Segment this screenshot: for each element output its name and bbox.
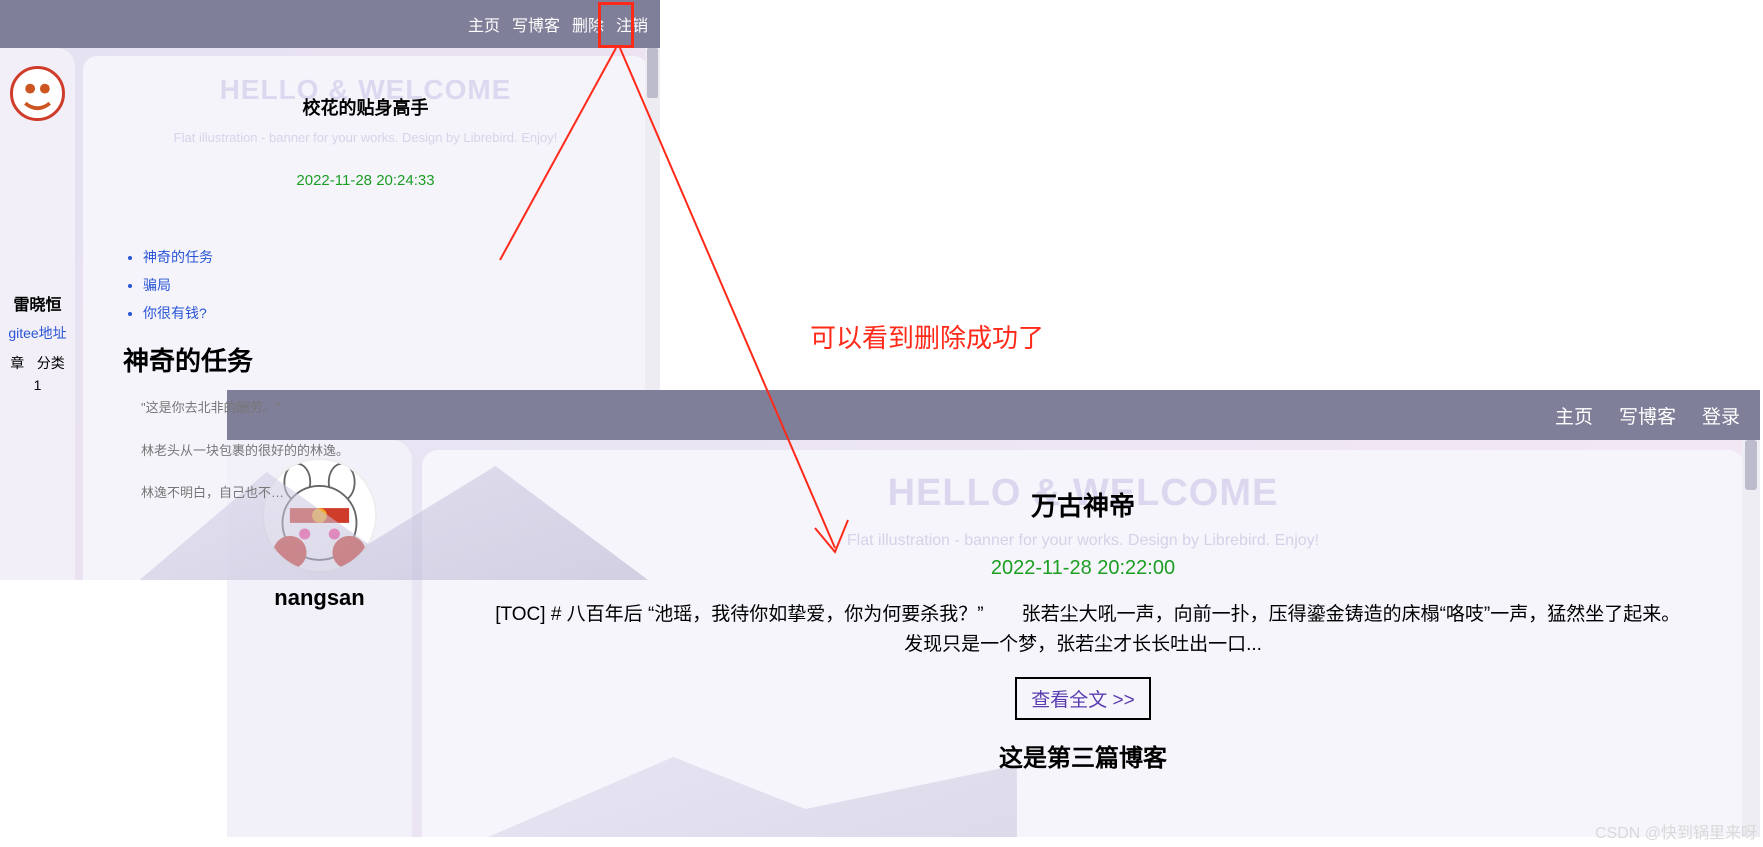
paragraph-2: 林老头从一块包裹的很好的的林逸。 bbox=[141, 439, 618, 464]
section-heading: 神奇的任务 bbox=[123, 341, 618, 378]
post-title: 校花的贴身高手 bbox=[113, 94, 618, 120]
nav-login-2[interactable]: 登录 bbox=[1702, 402, 1740, 429]
nav-write-2[interactable]: 写博客 bbox=[1619, 402, 1676, 429]
post3-title: 这是第三篇博客 bbox=[472, 738, 1694, 773]
post2-date: 2022-11-28 20:22:00 bbox=[472, 557, 1694, 580]
hero-sub-2: Flat illustration - banner for your work… bbox=[422, 532, 1744, 550]
toc-link-3[interactable]: 你很有钱? bbox=[143, 303, 618, 323]
sidebar-columns: 章 分类 bbox=[4, 353, 71, 373]
scroll-thumb[interactable] bbox=[1745, 440, 1757, 490]
nav-home-2[interactable]: 主页 bbox=[1555, 402, 1593, 429]
post2-title: 万古神帝 bbox=[472, 486, 1694, 523]
gitee-link[interactable]: gitee地址 bbox=[4, 323, 71, 343]
username-label-2: nangsan bbox=[235, 585, 404, 611]
avatar-icon bbox=[10, 66, 65, 121]
username-label: 雷晓恒 bbox=[4, 291, 71, 315]
toc-list: 神奇的任务 骗局 你很有钱? bbox=[143, 247, 618, 323]
view-full-button[interactable]: 查看全文 >> bbox=[1015, 677, 1150, 720]
main-panel-2: HELLO & WELCOME Flat illustration - bann… bbox=[422, 450, 1744, 837]
annotation-highlight-box bbox=[598, 2, 634, 48]
category-count: 1 bbox=[4, 377, 71, 393]
nav-home[interactable]: 主页 bbox=[468, 12, 500, 36]
paragraph-1: "这是你去北非的酬劳。" bbox=[141, 396, 618, 421]
col-article: 章 bbox=[10, 353, 24, 373]
watermark: CSDN @快到锅里来呀 bbox=[1595, 819, 1757, 843]
toc-link-2[interactable]: 骗局 bbox=[143, 275, 618, 295]
post-date: 2022-11-28 20:24:33 bbox=[113, 172, 618, 189]
sidebar-1: 雷晓恒 gitee地址 章 分类 1 bbox=[0, 48, 75, 580]
scrollbar-2[interactable] bbox=[1742, 440, 1760, 837]
nav-write[interactable]: 写博客 bbox=[512, 12, 560, 36]
scroll-thumb[interactable] bbox=[647, 48, 658, 98]
annotation-text: 可以看到删除成功了 bbox=[810, 318, 1044, 355]
col-category: 分类 bbox=[37, 353, 65, 373]
hero-sub: Flat illustration - banner for your work… bbox=[174, 130, 558, 145]
toc-link-1[interactable]: 神奇的任务 bbox=[143, 247, 618, 267]
navbar-1: 主页 写博客 删除 注销 bbox=[0, 0, 660, 48]
post2-excerpt: [TOC] # 八百年后 “池瑶，我待你如挚爱，你为何要杀我？” 张若尘大吼一声… bbox=[472, 600, 1694, 661]
